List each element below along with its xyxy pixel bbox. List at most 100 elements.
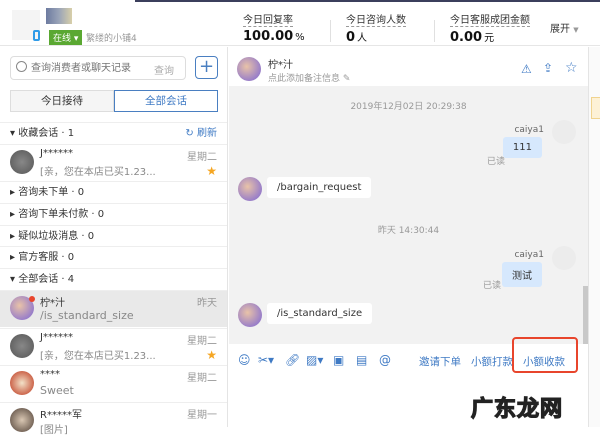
chat-avatar [237,57,261,81]
highlight-box [512,337,578,373]
top-accent-line [135,0,600,2]
small-payout-link[interactable]: 小额打款 [471,354,513,369]
last-message: [亲，您在本店已买1.23... [40,167,156,178]
add-button[interactable]: + [195,56,218,79]
side-tag [591,97,600,119]
avatar [10,408,34,432]
customer-avatar [238,303,262,327]
message-time: 星期二 [187,373,217,384]
last-message: Sweet [40,384,74,397]
chat-panel: 柠*汁 点此添加备注信息 ✎ ⚠ ⇪ ☆ 2019年12月02日 20:29:3… [229,47,588,427]
warning-icon[interactable]: ⚠ [521,62,532,76]
stat-label: 今日咨询人数 [346,11,406,27]
list-item-active[interactable]: 柠*汁 /is_standard_size 昨天 [0,290,227,327]
section-label: 收藏会话 · 1 [18,128,75,139]
status-dropdown[interactable]: 在线 ▾ [49,30,83,45]
stat-value: 0 [346,30,356,45]
customer-avatar [238,177,262,201]
edit-icon: ✎ [342,74,351,84]
avatar [10,334,34,358]
agent-avatar [552,246,576,270]
contact-name: **** [40,369,60,380]
stat-group-amount: 今日客服成团金额 0.00 元 [450,11,530,45]
stat-consult-count: 今日咨询人数 0人 [346,11,406,45]
tab-today[interactable]: 今日接待 [10,90,114,112]
read-status: 已读 [482,281,501,291]
invite-order-link[interactable]: 邀请下单 [419,354,461,369]
message-area: 2019年12月02日 20:29:38 caiya1 111 已读 /barg… [229,86,588,344]
coupon-icon[interactable]: ▤ [356,353,367,367]
scissors-icon[interactable]: ✂▾ [258,353,274,367]
note-placeholder: 点此添加备注信息 [268,74,341,84]
refresh-button[interactable]: ↻ 刷新 [185,123,217,144]
avatar [10,371,34,395]
link-icon[interactable]: 🔗︎ [285,353,300,367]
list-item[interactable]: J****** [亲，您在本店已买1.23... 星期二 ★ [0,328,227,365]
shop-name: 繁缕的小铺4 [86,34,137,44]
image-icon[interactable]: ▨▾ [306,353,323,367]
section-label: 官方客服 · 0 [18,252,75,263]
emoji-icon[interactable]: ☺ [238,353,251,367]
star-icon[interactable]: ★ [206,348,217,362]
mobile-icon [33,30,40,41]
stat-unit: 元 [484,33,495,44]
note-field[interactable]: 点此添加备注信息 ✎ [268,71,350,84]
tab-all-conversations[interactable]: 全部会话 [114,90,218,112]
last-message: [图片] [40,425,68,436]
section-favorites[interactable]: ▾ 收藏会话 · 1 ↻ 刷新 [0,122,227,144]
stat-value: 0.00 [450,30,483,45]
plus-icon: + [198,56,215,77]
agent-avatar [552,120,576,144]
section-label: 全部会话 · 4 [18,274,75,285]
incoming-message: /bargain_request [267,177,372,198]
search-button[interactable]: 查询 [154,62,174,77]
stat-label: 今日客服成团金额 [450,11,530,27]
right-panel-edge [588,47,600,427]
refresh-label: 刷新 [197,128,217,139]
stat-unit: % [295,32,305,43]
avatar [10,150,34,174]
expand-button[interactable]: 展开 ▼ [550,20,579,35]
section-label: 咨询未下单 · 0 [18,187,85,198]
list-item[interactable]: **** Sweet 星期二 [0,365,227,402]
star-icon[interactable]: ★ [206,164,217,178]
video-icon[interactable]: ▣ [333,353,344,367]
section-label: 疑似垃圾消息 · 0 [18,231,95,242]
section-group[interactable]: ▸ 咨询未下单 · 0 [0,181,227,203]
section-group[interactable]: ▸ 疑似垃圾消息 · 0 [0,225,227,247]
timestamp: 昨天 14:30:44 [377,226,440,236]
contact-name: J****** [40,332,73,343]
sender-name: caiya1 [514,125,544,135]
unread-dot [29,296,35,302]
section-group[interactable]: ▸ 咨询下单未付款 · 0 [0,203,227,225]
star-outline-icon[interactable]: ☆ [565,60,578,76]
message-time: 昨天 [197,298,217,309]
read-status: 已读 [486,157,505,167]
list-item[interactable]: J****** [亲，您在本店已买1.23... 星期二 ★ [0,144,227,181]
stat-value: 100.00 [243,29,294,44]
mention-icon[interactable]: @ [379,353,391,367]
message-time: 星期二 [187,336,217,347]
stat-label: 今日回复率 [243,11,293,27]
outgoing-message: 111 [502,137,542,158]
message-time: 星期二 [187,152,217,163]
expand-label: 展开 [550,24,570,35]
section-all[interactable]: ▾ 全部会话 · 4 [0,268,227,290]
sender-name: caiya1 [514,250,544,260]
timestamp: 2019年12月02日 20:29:38 [350,102,467,112]
top-bar: 在线 ▾ 繁缕的小铺4 今日回复率 100.00% 今日咨询人数 0人 今日客服… [0,0,600,46]
refresh-icon: ↻ [185,128,194,139]
contact-name: J****** [40,148,73,159]
last-message: /is_standard_size [40,309,134,322]
contact-name: R*****军 [40,410,82,421]
last-message: [亲，您在本店已买1.23... [40,351,156,362]
list-item[interactable]: R*****军 [图片] 星期一 [0,402,227,439]
incoming-message: /is_standard_size [267,303,373,324]
contact-name: 柠*汁 [40,298,65,309]
search-box[interactable]: 查询 [10,56,186,80]
stat-unit: 人 [357,33,368,44]
share-icon[interactable]: ⇪ [543,61,553,75]
section-group[interactable]: ▸ 官方客服 · 0 [0,246,227,268]
chat-contact-name: 柠*汁 [268,60,293,71]
search-input[interactable] [31,60,153,76]
